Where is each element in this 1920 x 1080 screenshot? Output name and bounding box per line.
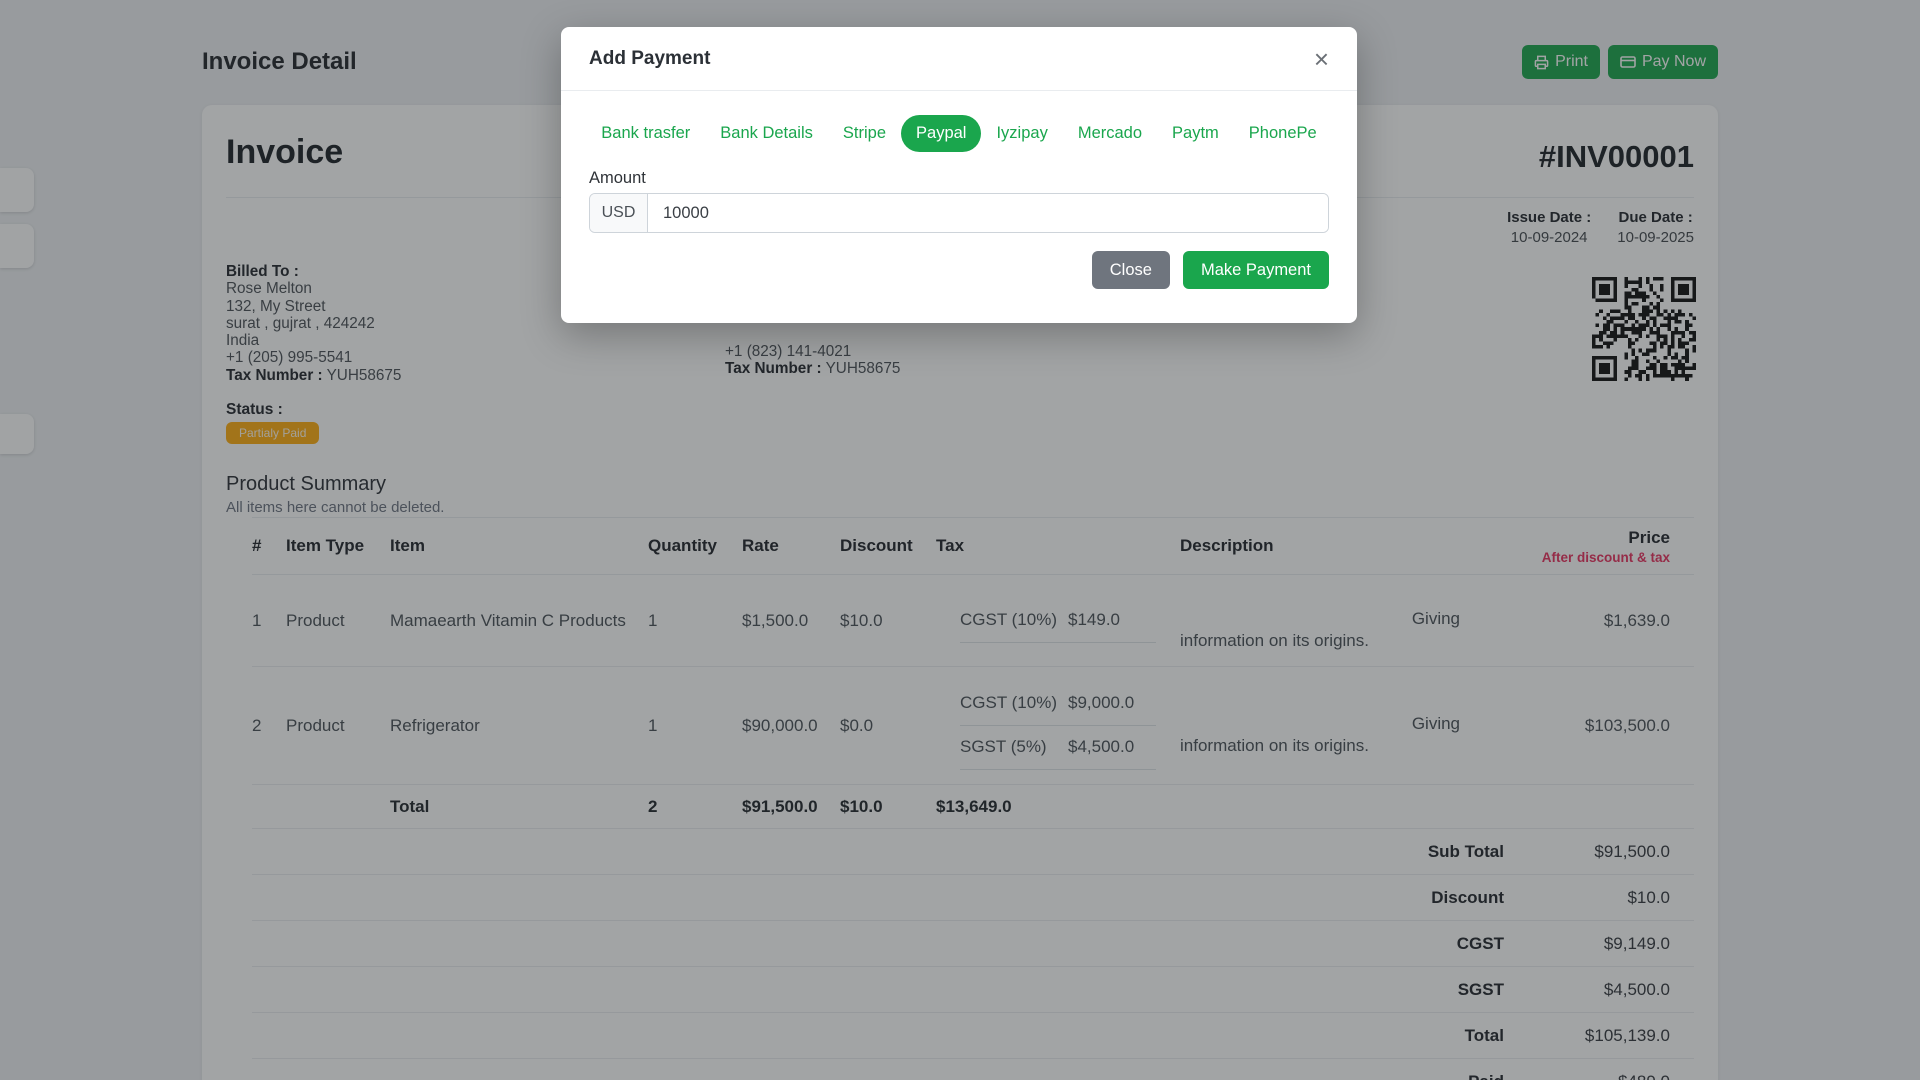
add-payment-modal: Add Payment × Bank trasfer Bank Details …: [561, 27, 1357, 323]
modal-footer: Close Make Payment: [1091, 251, 1329, 289]
close-icon[interactable]: ×: [1314, 46, 1329, 72]
amount-label: Amount: [589, 169, 646, 187]
amount-input-group: USD: [589, 193, 1329, 233]
tab-bank-transfer[interactable]: Bank trasfer: [586, 115, 705, 152]
modal-header: Add Payment ×: [561, 27, 1357, 91]
close-button[interactable]: Close: [1091, 251, 1170, 289]
currency-prefix: USD: [590, 194, 648, 232]
tab-stripe[interactable]: Stripe: [828, 115, 901, 152]
tab-mercado[interactable]: Mercado: [1063, 115, 1157, 152]
tab-paytm[interactable]: Paytm: [1157, 115, 1234, 152]
modal-title: Add Payment: [589, 47, 711, 69]
payment-method-tabs: Bank trasfer Bank Details Stripe Paypal …: [561, 115, 1357, 152]
tab-bank-details[interactable]: Bank Details: [705, 115, 828, 152]
screen: Invoice Detail Print Pay Now Invoice #IN…: [0, 0, 1920, 1080]
make-payment-button[interactable]: Make Payment: [1182, 251, 1329, 289]
amount-input[interactable]: [648, 194, 1328, 232]
tab-iyzipay[interactable]: Iyzipay: [981, 115, 1062, 152]
tab-paypal[interactable]: Paypal: [901, 115, 982, 152]
tab-phonepe[interactable]: PhonePe: [1234, 115, 1332, 152]
